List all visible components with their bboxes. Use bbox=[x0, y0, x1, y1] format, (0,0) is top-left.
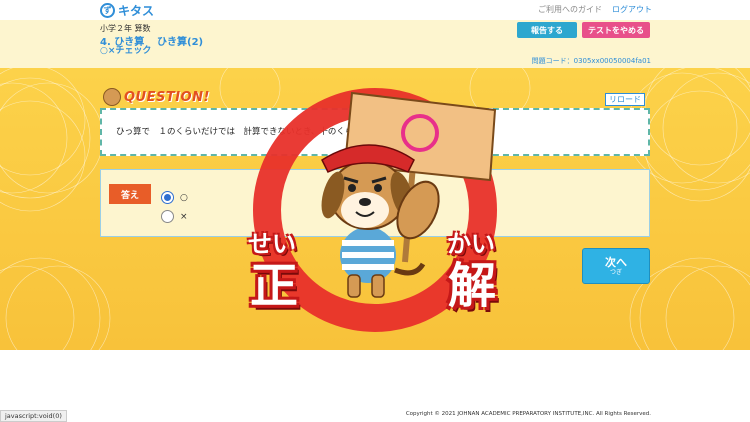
next-button-ruby: つぎ bbox=[609, 268, 622, 276]
reload-button[interactable]: リロード bbox=[605, 93, 645, 106]
top-bar: ず キタス ご利用へのガイド ログアウト bbox=[0, 0, 750, 20]
option-maru[interactable]: ○ bbox=[161, 191, 188, 204]
unit-name: ひき算(2) bbox=[157, 37, 204, 48]
quit-test-button[interactable]: テストをやめる bbox=[582, 22, 650, 38]
radio-selected-icon[interactable] bbox=[161, 191, 174, 204]
question-code: 問題コード：0305xx00050004fa01 bbox=[531, 57, 651, 65]
correct-ruby-left: せい bbox=[248, 230, 296, 258]
question-badge: QUESTION! bbox=[103, 86, 210, 108]
correct-kanji-left: 正 bbox=[250, 258, 299, 314]
question-badge-label: QUESTION! bbox=[124, 89, 210, 105]
option-mark: ○ bbox=[180, 192, 188, 203]
top-links: ご利用へのガイド ログアウト bbox=[538, 4, 652, 15]
report-button[interactable]: 報告する bbox=[517, 22, 577, 38]
answer-box: 答え ○ × bbox=[100, 169, 650, 237]
logo-text: キタス bbox=[118, 3, 155, 18]
next-button-label: 次へ bbox=[605, 255, 627, 269]
dog-mascot-icon bbox=[103, 88, 121, 106]
page: ず キタス ご利用へのガイド ログアウト 小学２年 算数 4. ひき算 ひき算(… bbox=[0, 0, 750, 422]
logo[interactable]: ず キタス bbox=[100, 2, 154, 18]
guide-link[interactable]: ご利用へのガイド bbox=[538, 4, 602, 15]
next-button[interactable]: 次へ つぎ bbox=[582, 248, 650, 284]
lesson-header: 小学２年 算数 4. ひき算 ひき算(2) ○×チェック 報告する テストをやめ… bbox=[0, 20, 750, 68]
answer-label: 答え bbox=[109, 184, 151, 204]
correct-ruby-right: かい bbox=[447, 230, 495, 258]
radio-unselected-icon[interactable] bbox=[161, 210, 174, 223]
logo-mark-icon: ず bbox=[100, 2, 115, 18]
logout-link[interactable]: ログアウト bbox=[612, 4, 652, 15]
correct-kanji-right: 解 bbox=[448, 258, 497, 314]
browser-status-bar: javascript:void(0) bbox=[0, 410, 67, 422]
check-mode-label: ○×チェック bbox=[100, 46, 152, 56]
copyright: Copyright © 2021 JOHNAN ACADEMIC PREPARA… bbox=[405, 411, 651, 417]
question-box: ひっ算で １のくらいだけでは 計算できないとき、十のくらいから１くり下げる。 bbox=[100, 108, 650, 156]
option-mark: × bbox=[180, 211, 188, 222]
question-text: ひっ算で １のくらいだけでは 計算できないとき、十のくらいから１くり下げる。 bbox=[116, 127, 439, 137]
option-batsu[interactable]: × bbox=[161, 210, 188, 223]
